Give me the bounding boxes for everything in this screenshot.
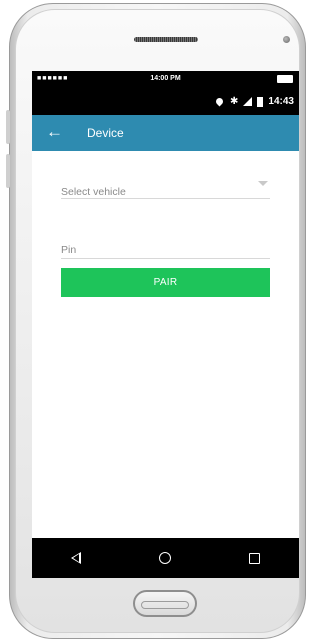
bluetooth-icon: ✱: [230, 95, 239, 107]
pair-button[interactable]: PAIR: [61, 268, 270, 297]
vehicle-select-placeholder: Select vehicle: [61, 186, 126, 198]
earpiece-speaker: [134, 37, 198, 42]
status-time: 14:43: [268, 96, 294, 107]
nav-home-icon[interactable]: [159, 552, 171, 564]
device-battery-icon: [277, 75, 293, 83]
page-title: Device: [87, 126, 124, 140]
device-screen: ■■■■■■ 14:00 PM ✱ 14:43 ← Device Select …: [32, 71, 299, 578]
app-bar: ← Device: [32, 115, 299, 151]
dropdown-arrow-icon: [258, 181, 268, 186]
signal-icon: [243, 97, 253, 106]
device-top-bar: ■■■■■■ 14:00 PM: [32, 71, 299, 87]
pin-placeholder: Pin: [61, 244, 77, 256]
nav-recents-icon[interactable]: [249, 552, 260, 564]
nav-back-icon[interactable]: [71, 552, 81, 564]
hardware-home-button[interactable]: [133, 590, 197, 617]
battery-icon: [257, 96, 264, 107]
vehicle-select[interactable]: Select vehicle: [61, 180, 270, 199]
volume-button: [6, 110, 10, 144]
status-bar: ✱ 14:43: [32, 87, 299, 115]
front-camera: [283, 36, 290, 43]
back-arrow-icon[interactable]: ←: [46, 122, 63, 142]
device-clock: 14:00 PM: [150, 75, 181, 82]
pin-input[interactable]: Pin: [61, 240, 270, 259]
navigation-bar: [32, 538, 299, 578]
power-button: [6, 154, 10, 188]
location-icon: [214, 96, 225, 107]
device-form: Select vehicle Pin PAIR: [32, 151, 299, 534]
